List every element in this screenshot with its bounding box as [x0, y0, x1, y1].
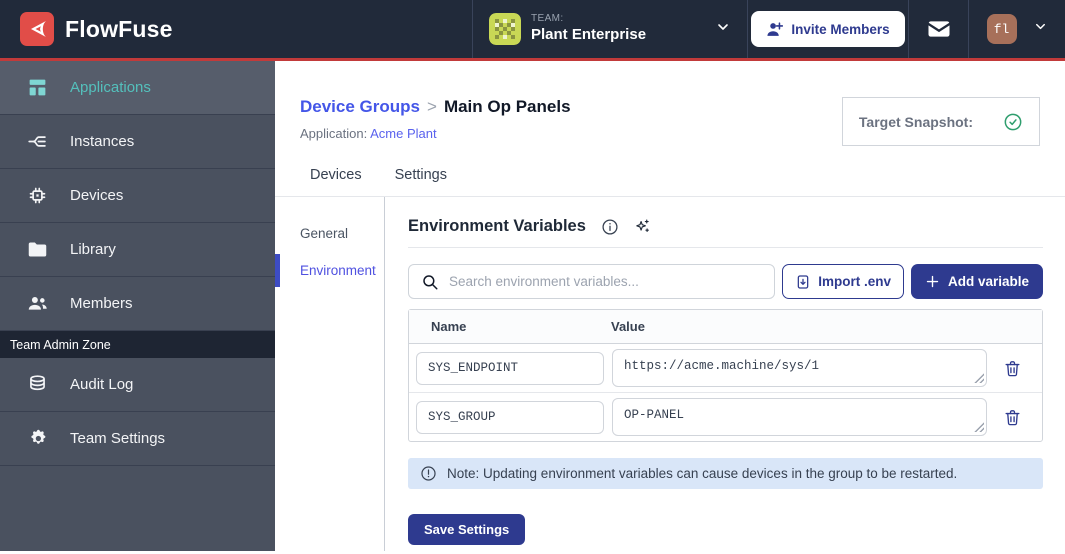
exclamation-circle-icon	[421, 466, 436, 481]
sidebar-item-label: Team Settings	[70, 430, 166, 447]
search-input[interactable]	[449, 274, 763, 289]
invite-members-label: Invite Members	[791, 21, 890, 37]
envelope-icon	[927, 21, 950, 37]
brand[interactable]: FlowFuse	[0, 0, 472, 58]
breadcrumb-device-groups-link[interactable]: Device Groups	[300, 97, 420, 116]
column-header-value: Value	[611, 319, 645, 334]
user-avatar: fl	[986, 14, 1017, 44]
sidebar-item-applications[interactable]: Applications	[0, 61, 275, 115]
members-icon	[27, 293, 48, 314]
team-name: Plant Enterprise	[531, 25, 647, 43]
target-snapshot-box: Target Snapshot:	[841, 97, 1040, 146]
devices-icon	[27, 185, 48, 206]
sidebar-item-team-settings[interactable]: Team Settings	[0, 412, 275, 466]
env-variables-table: Name Value https://acme.machine/sys/1	[408, 309, 1043, 442]
notifications-button[interactable]	[908, 0, 968, 58]
sidebar-item-label: Audit Log	[70, 376, 134, 393]
flowfuse-logo-icon	[20, 12, 54, 46]
environment-panel: Environment Variables Impor	[385, 197, 1065, 551]
sidebar-item-label: Members	[70, 295, 133, 312]
env-value-textarea[interactable]: OP-PANEL	[612, 398, 987, 436]
page-title: Main Op Panels	[443, 97, 571, 116]
info-icon[interactable]	[601, 218, 619, 236]
plus-icon	[926, 275, 939, 288]
sidebar-item-instances[interactable]: Instances	[0, 115, 275, 169]
sparkles-icon[interactable]	[634, 218, 651, 235]
env-name-input[interactable]	[416, 351, 604, 385]
table-row: OP-PANEL	[409, 392, 1042, 441]
tab-bar: Devices Settings	[275, 141, 1065, 197]
application-label: Application:	[300, 126, 368, 141]
application-link[interactable]: Acme Plant	[370, 126, 436, 141]
user-plus-icon	[767, 21, 784, 36]
import-env-label: Import .env	[818, 274, 891, 289]
document-download-icon	[797, 274, 809, 289]
user-menu[interactable]: fl	[968, 0, 1065, 58]
tab-devices[interactable]: Devices	[310, 167, 362, 183]
tab-settings[interactable]: Settings	[395, 167, 447, 183]
applications-icon	[27, 77, 48, 98]
library-icon	[27, 239, 48, 260]
audit-log-icon	[27, 374, 48, 395]
main-content: Device Groups > Main Op Panels Application…	[275, 61, 1065, 551]
settings-subnav: General Environment	[275, 197, 385, 551]
section-title: Environment Variables	[408, 217, 586, 235]
sidebar-item-members[interactable]: Members	[0, 277, 275, 331]
target-snapshot-label: Target Snapshot:	[858, 113, 973, 130]
note-banner: Note: Updating environment variables can…	[408, 458, 1043, 489]
sidebar-item-label: Instances	[70, 133, 135, 150]
column-header-name: Name	[431, 319, 467, 334]
subnav-item-general[interactable]: General	[275, 217, 384, 250]
search-box	[408, 264, 776, 299]
table-row: https://acme.machine/sys/1	[409, 344, 1042, 392]
team-label: TEAM:	[531, 13, 564, 25]
top-navbar: FlowFuse TEAM: Plant Enterprise Invite M…	[0, 0, 1065, 61]
sidebar-item-label: Library	[70, 241, 116, 258]
sidebar-item-audit-log[interactable]: Audit Log	[0, 358, 275, 412]
sidebar-item-label: Devices	[70, 187, 124, 204]
brand-name: FlowFuse	[65, 15, 173, 42]
sidebar: Applications Instances Devices Library M…	[0, 61, 275, 551]
env-value-textarea[interactable]: https://acme.machine/sys/1	[612, 349, 987, 387]
delete-variable-button[interactable]	[1003, 408, 1022, 427]
delete-variable-button[interactable]	[1003, 359, 1022, 378]
team-switcher[interactable]: TEAM: Plant Enterprise	[472, 0, 747, 58]
chevron-down-icon	[715, 19, 731, 40]
import-env-button[interactable]: Import .env	[782, 264, 904, 299]
trash-icon	[1005, 409, 1020, 425]
team-settings-icon	[27, 428, 48, 449]
env-name-input[interactable]	[416, 400, 604, 434]
sidebar-item-label: Applications	[70, 79, 151, 96]
save-settings-button[interactable]: Save Settings	[408, 514, 526, 545]
subnav-item-environment[interactable]: Environment	[275, 254, 384, 287]
team-avatar	[489, 13, 521, 45]
sidebar-item-devices[interactable]: Devices	[0, 169, 275, 223]
check-circle-icon	[1004, 113, 1022, 130]
instances-icon	[27, 131, 48, 152]
team-admin-zone-label: Team Admin Zone	[0, 331, 275, 358]
invite-members-button[interactable]: Invite Members	[751, 11, 905, 47]
note-text: Note: Updating environment variables can…	[447, 466, 958, 481]
chevron-down-icon	[1033, 19, 1048, 39]
breadcrumb-separator: >	[427, 97, 437, 116]
add-variable-button[interactable]: Add variable	[910, 264, 1043, 299]
sidebar-item-library[interactable]: Library	[0, 223, 275, 277]
trash-icon	[1005, 360, 1020, 376]
add-variable-label: Add variable	[947, 274, 1029, 289]
search-icon	[423, 274, 438, 289]
